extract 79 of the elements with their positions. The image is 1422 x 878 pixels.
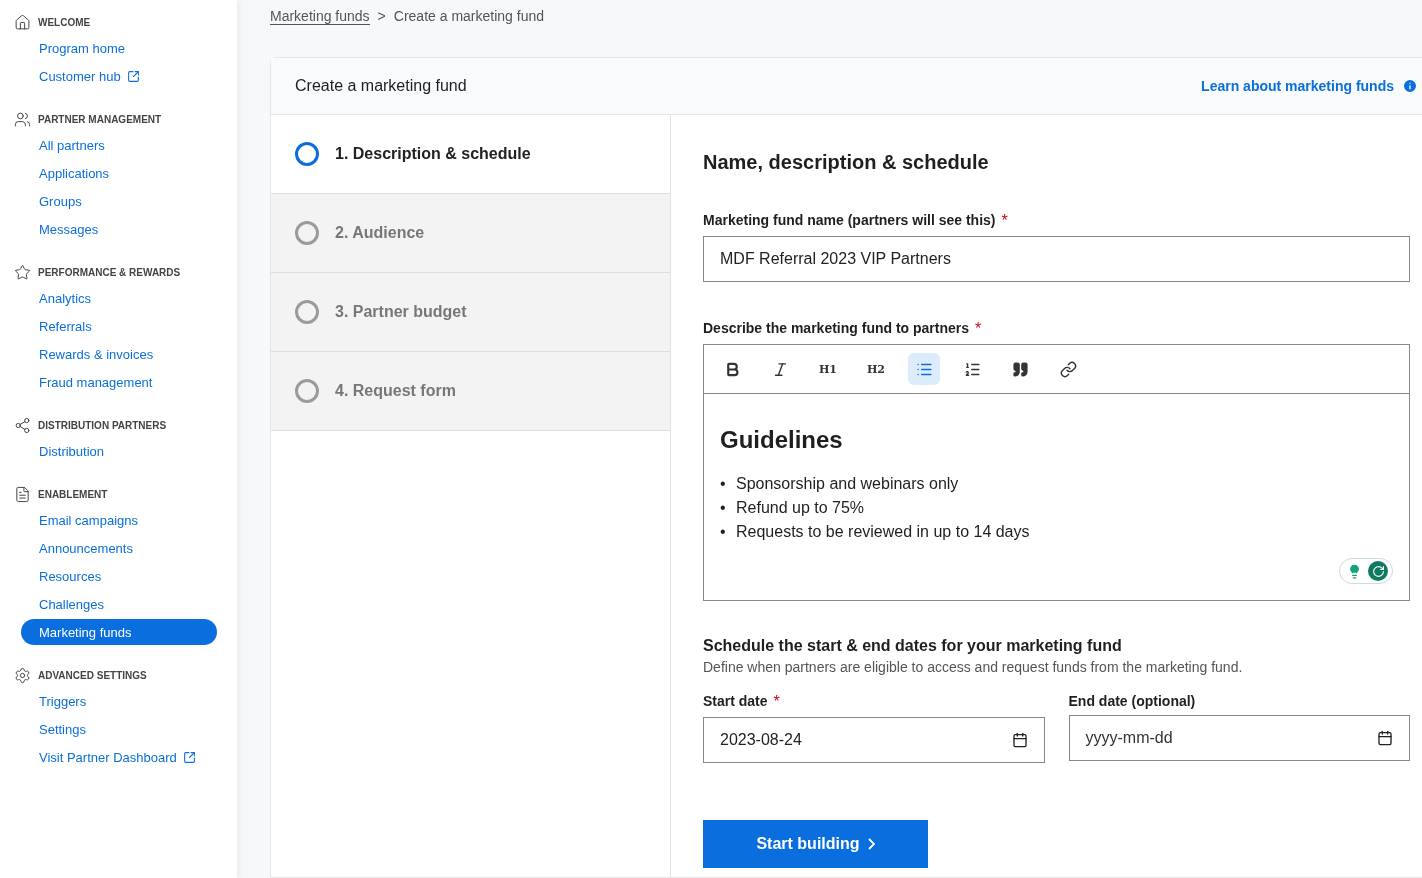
- field-label: Describe the marketing fund to partners: [703, 320, 970, 336]
- sidebar-item[interactable]: Customer hub: [21, 63, 217, 89]
- date-input-field[interactable]: 2023-08-24: [703, 717, 1045, 763]
- numbered-list-icon: [963, 360, 981, 378]
- step-label: 1. Description & schedule: [335, 145, 531, 163]
- breadcrumb-link[interactable]: Marketing funds: [270, 7, 370, 25]
- bullet-marker: •: [720, 522, 727, 542]
- name-input-field[interactable]: MDF Referral 2023 VIP Partners: [703, 236, 1410, 282]
- sidebar-item[interactable]: Distribution: [21, 438, 217, 464]
- people-icon: [14, 111, 31, 128]
- bullet-marker: •: [720, 498, 727, 518]
- field-label: End date (optional): [1068, 693, 1196, 709]
- chevron-right-icon: [867, 838, 875, 850]
- sidebar-item[interactable]: Email campaigns: [21, 507, 217, 533]
- field-label: Marketing fund name (partners will see this): [703, 212, 996, 228]
- sidebar-item[interactable]: Resources: [21, 563, 217, 589]
- start-building-button[interactable]: Start building: [703, 820, 928, 868]
- section-title: PERFORMANCE & REWARDS: [38, 267, 181, 278]
- rich-text-editor[interactable]: H1 H2 Guidelines • Sponsorship and webinars only • Refund up to 75% • Requests to be reviewed in up to 14 days: [703, 344, 1410, 601]
- sidebar-item[interactable]: Challenges: [21, 591, 217, 617]
- sidebar-item[interactable]: Announcements: [21, 535, 217, 561]
- step-label: 4. Request form: [335, 382, 456, 400]
- section-title: ENABLEMENT: [38, 489, 108, 500]
- info-icon: [1402, 78, 1418, 94]
- sidebar-item[interactable]: Analytics: [21, 285, 217, 311]
- bullet-marker: •: [720, 474, 727, 494]
- step-item[interactable]: 4. Request form: [271, 352, 670, 431]
- document-icon: [14, 486, 31, 503]
- form-title: Name, description & schedule: [703, 151, 990, 174]
- bullet-text: Requests to be reviewed in up to 14 days: [736, 522, 1030, 542]
- section-title: DISTRIBUTION PARTNERS: [38, 420, 167, 431]
- quote-icon: [1011, 360, 1029, 378]
- step-item[interactable]: 2. Audience: [271, 194, 670, 273]
- field-label: Start date: [703, 693, 768, 709]
- sidebar-item[interactable]: Messages: [21, 216, 217, 242]
- bullet-text: Sponsorship and webinars only: [736, 474, 959, 494]
- step-label: 3. Partner budget: [335, 303, 467, 321]
- sidebar-item[interactable]: Settings: [21, 716, 217, 742]
- sidebar-item[interactable]: Rewards & invoices: [21, 341, 217, 367]
- step-ring-icon: [295, 142, 319, 166]
- content-heading: Guidelines: [720, 426, 844, 454]
- section-title: WELCOME: [38, 17, 91, 28]
- help-link[interactable]: Learn about marketing funds: [1201, 78, 1418, 94]
- sidebar-item[interactable]: Visit Partner Dashboard: [21, 744, 217, 770]
- section-title: ADVANCED SETTINGS: [38, 670, 147, 681]
- heading-button[interactable]: H2: [860, 353, 892, 385]
- section-hint: Define when partners are eligible to access and request funds from the marketing fund.: [703, 659, 1244, 675]
- card-title: Create a marketing fund: [295, 77, 467, 95]
- bullets-button[interactable]: [908, 353, 940, 385]
- breadcrumb-separator: >: [377, 8, 386, 24]
- date-input-field[interactable]: yyyy-mm-dd: [1068, 715, 1410, 761]
- required-mark: *: [773, 693, 780, 711]
- sidebar-item[interactable]: Triggers: [21, 688, 217, 714]
- sidebar-item[interactable]: Fraud management: [21, 369, 217, 395]
- step-item[interactable]: 3. Partner budget: [271, 273, 670, 352]
- sidebar-item[interactable]: Groups: [21, 188, 217, 214]
- sidebar-item[interactable]: Marketing funds: [21, 619, 217, 645]
- section-title: PARTNER MANAGEMENT: [38, 114, 162, 125]
- sidebar-item[interactable]: Program home: [21, 35, 217, 61]
- gear-icon: [14, 667, 31, 684]
- calendar-icon: [1377, 730, 1393, 746]
- step-ring-icon: [295, 300, 319, 324]
- step-ring-icon: [295, 221, 319, 245]
- step-ring-icon: [295, 379, 319, 403]
- bullet-text: Refund up to 75%: [736, 498, 865, 518]
- heading-button[interactable]: H1: [812, 353, 844, 385]
- star-icon: [14, 264, 31, 281]
- required-mark: *: [975, 320, 982, 338]
- calendar-icon: [1011, 732, 1028, 748]
- house-icon: [14, 14, 31, 31]
- step-label: 2. Audience: [335, 224, 425, 242]
- sidebar-item[interactable]: All partners: [21, 132, 217, 158]
- sidebar-item[interactable]: Applications: [21, 160, 217, 186]
- section-heading: Schedule the start & end dates for your marketing fund: [703, 637, 1123, 655]
- link-icon: [1059, 360, 1077, 378]
- required-mark: *: [1001, 212, 1008, 230]
- breadcrumb-current: Create a marketing fund: [393, 8, 544, 24]
- sidebar-item[interactable]: Referrals: [21, 313, 217, 339]
- share-icon: [14, 417, 31, 434]
